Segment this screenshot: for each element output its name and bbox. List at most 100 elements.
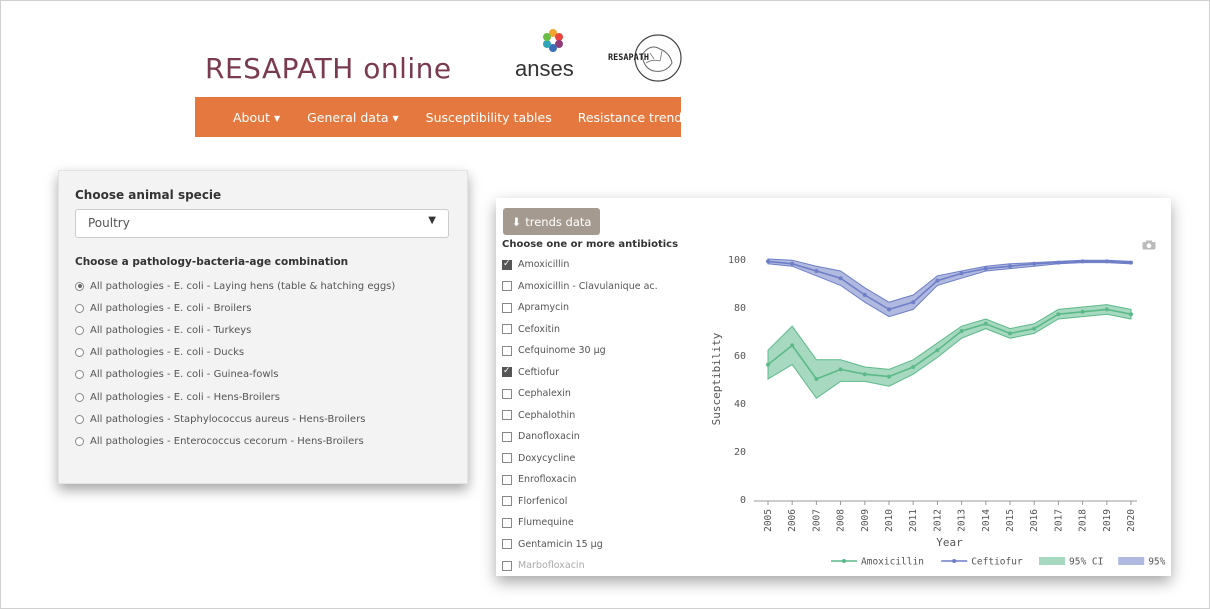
checkbox[interactable]: [502, 474, 512, 485]
antibiotic-label: Danofloxacin: [518, 431, 580, 443]
checkbox[interactable]: [502, 453, 512, 464]
combination-option[interactable]: All pathologies - Staphylococcus aureus …: [75, 408, 395, 430]
data-point: [1008, 331, 1012, 336]
checkbox[interactable]: [502, 366, 512, 378]
checkbox[interactable]: [502, 560, 512, 571]
checkbox[interactable]: [502, 302, 512, 313]
anses-logo-text: anses: [515, 56, 574, 81]
y-axis-label: Susceptibility: [710, 332, 723, 425]
x-tick-label: 2020: [1126, 509, 1137, 532]
data-point: [790, 261, 795, 266]
y-tick-label: 0: [740, 495, 746, 506]
checkbox[interactable]: [502, 324, 512, 335]
antibiotic-option[interactable]: Florfenicol: [502, 491, 658, 513]
nav-general-data[interactable]: General data ▼: [307, 110, 399, 125]
data-point: [862, 372, 867, 377]
data-point: [1104, 307, 1109, 312]
combination-option-label: All pathologies - E. coli - Turkeys: [90, 324, 252, 336]
combination-option[interactable]: All pathologies - E. coli - Laying hens …: [75, 275, 395, 297]
radio-button[interactable]: [75, 325, 84, 335]
antibiotic-option[interactable]: Amoxicillin: [502, 254, 658, 276]
antibiotic-label: Cephalexin: [518, 388, 571, 400]
data-point: [935, 348, 940, 353]
legend-marker: [842, 559, 846, 563]
antibiotic-option[interactable]: Ceftiofur: [502, 362, 658, 384]
x-axis-label: Year: [936, 536, 963, 549]
y-tick-label: 20: [734, 447, 746, 458]
species-select[interactable]: Poultry ▼: [75, 209, 449, 238]
checkbox[interactable]: [502, 431, 512, 442]
species-select-value: Poultry: [88, 216, 130, 230]
antibiotic-option[interactable]: Cefquinome 30 µg: [502, 340, 658, 362]
chevron-down-icon: ▼: [273, 113, 281, 123]
radio-button[interactable]: [75, 392, 84, 402]
data-point: [862, 293, 867, 297]
checkbox[interactable]: [502, 281, 512, 292]
antibiotic-label: Cefoxitin: [518, 323, 560, 335]
radio-button[interactable]: [75, 436, 84, 446]
download-trends-button[interactable]: ⬇ trends data: [503, 208, 600, 235]
combination-radio-group: All pathologies - E. coli - Laying hens …: [75, 275, 395, 453]
x-tick-label: 2016: [1029, 509, 1040, 532]
combination-option[interactable]: All pathologies - E. coli - Hens-Broiler…: [75, 386, 395, 408]
combination-label: Choose a pathology-bacteria-age combinat…: [75, 256, 349, 268]
antibiotic-option[interactable]: Cephalexin: [502, 383, 658, 405]
antibiotic-option[interactable]: Marbofloxacin: [502, 555, 658, 577]
data-point: [1104, 259, 1109, 264]
antibiotic-option[interactable]: Doxycycline: [502, 448, 658, 470]
nav-susceptibility-tables[interactable]: Susceptibility tables: [426, 110, 552, 125]
checkbox[interactable]: [502, 496, 512, 507]
site-title: RESAPATH online: [205, 52, 452, 85]
camera-icon[interactable]: [1142, 240, 1156, 250]
antibiotic-label: Enrofloxacin: [518, 474, 577, 486]
combination-option[interactable]: All pathologies - Enterococcus cecorum -…: [75, 430, 395, 452]
nav-about[interactable]: About ▼: [233, 110, 280, 125]
antibiotic-option[interactable]: Cephalothin: [502, 405, 658, 427]
data-point: [1008, 264, 1012, 269]
combination-option[interactable]: All pathologies - E. coli - Guinea-fowls: [75, 364, 395, 386]
svg-text:RESAPATH: RESAPATH: [608, 53, 649, 63]
y-tick-label: 100: [728, 255, 746, 266]
antibiotic-option[interactable]: Cefoxitin: [502, 319, 658, 341]
antibiotics-label: Choose one or more antibiotics: [502, 239, 679, 250]
combination-option[interactable]: All pathologies - E. coli - Ducks: [75, 342, 395, 364]
ci-band-0: [767, 304, 1132, 399]
combination-option[interactable]: All pathologies - E. coli - Broilers: [75, 297, 395, 319]
antibiotic-option[interactable]: Apramycin: [502, 297, 658, 319]
antibiotics-checkbox-list: Amoxicillin Amoxicillin - Clavulanique ac…: [502, 254, 658, 577]
radio-button[interactable]: [75, 348, 84, 358]
checkbox[interactable]: [502, 410, 512, 421]
antibiotic-option[interactable]: Gentamicin 15 µg: [502, 534, 658, 556]
y-tick-label: 40: [734, 399, 746, 410]
antibiotic-label: Cefquinome 30 µg: [518, 345, 606, 357]
combination-option-label: All pathologies - E. coli - Broilers: [90, 302, 252, 314]
data-point: [1129, 260, 1133, 265]
antibiotic-label: Flumequine: [518, 517, 574, 529]
antibiotic-label: Apramycin: [518, 302, 570, 314]
radio-button[interactable]: [75, 303, 84, 313]
antibiotic-label: Amoxicillin - Clavulanique ac.: [518, 280, 658, 292]
antibiotic-label: Amoxicillin: [518, 259, 570, 271]
combination-option-label: All pathologies - E. coli - Guinea-fowls: [90, 369, 279, 381]
antibiotic-option[interactable]: Danofloxacin: [502, 426, 658, 448]
checkbox[interactable]: [502, 388, 512, 399]
antibiotic-option[interactable]: Amoxicillin - Clavulanique ac.: [502, 276, 658, 298]
data-point: [935, 278, 940, 283]
radio-button[interactable]: [75, 370, 84, 380]
checkbox[interactable]: [502, 259, 512, 270]
antibiotic-option[interactable]: Enrofloxacin: [502, 469, 658, 491]
resapath-logo-icon: RESAPATH: [608, 34, 682, 82]
combination-option[interactable]: All pathologies - E. coli - Turkeys: [75, 319, 395, 341]
checkbox[interactable]: [502, 345, 512, 356]
checkbox[interactable]: [502, 539, 512, 550]
chart-svg: 0 20 40 60 80 100 Susceptibility 2005 2006 2007 20…: [710, 255, 1183, 568]
data-point: [766, 259, 770, 264]
data-point: [814, 377, 819, 381]
radio-button[interactable]: [75, 281, 84, 291]
download-icon: ⬇: [511, 214, 522, 229]
nav-resistance-trends[interactable]: Resistance trends: [578, 110, 689, 125]
checkbox[interactable]: [502, 517, 512, 528]
x-tick-label: 2013: [957, 509, 968, 532]
antibiotic-option[interactable]: Flumequine: [502, 512, 658, 534]
radio-button[interactable]: [75, 414, 84, 424]
